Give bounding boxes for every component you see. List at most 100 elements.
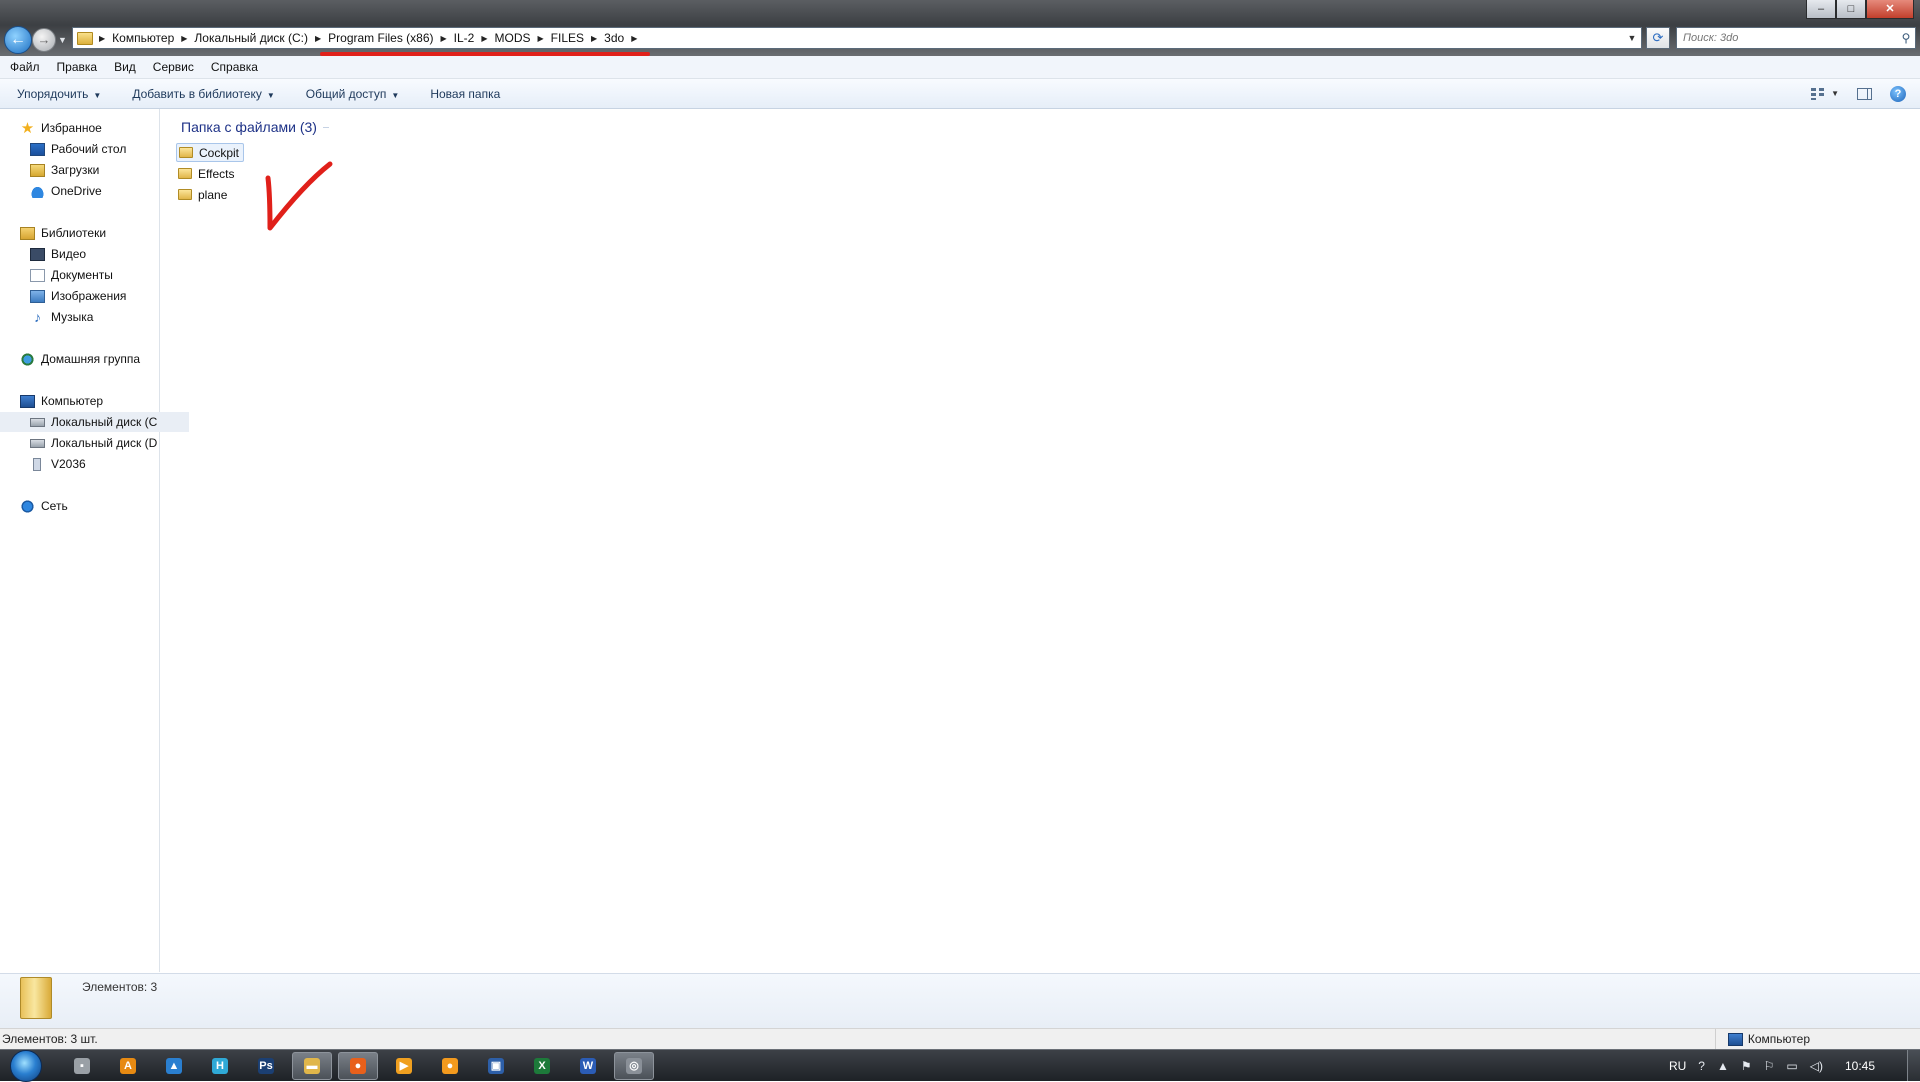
chevron-right-icon[interactable]: ▶ [439, 34, 449, 43]
change-view-button[interactable]: ▼ [1811, 87, 1839, 100]
taskbar-app-orange[interactable]: ● [430, 1052, 470, 1080]
menu-edit[interactable]: Правка [47, 60, 105, 74]
show-desktop-button[interactable] [1907, 1050, 1920, 1081]
taskbar-app-avast[interactable]: A [108, 1052, 148, 1080]
status-location: Компьютер [1714, 1029, 1810, 1049]
sidebar-item-desktop[interactable]: Рабочий стол [0, 139, 189, 159]
help-icon[interactable]: ? [1698, 1059, 1705, 1073]
libraries-icon [20, 226, 35, 240]
taskbar-app-blue[interactable]: ▲ [154, 1052, 194, 1080]
status-location-label: Компьютер [1747, 1032, 1810, 1046]
sidebar-item-local-disk-d[interactable]: Локальный диск (D [0, 433, 189, 453]
speaker-icon[interactable]: ◁) [1810, 1059, 1823, 1073]
chevron-right-icon[interactable]: ▶ [536, 34, 546, 43]
search-box[interactable]: ⚲ [1676, 27, 1916, 49]
minimize-button[interactable]: – [1806, 0, 1836, 19]
cloud-icon [30, 184, 45, 198]
language-indicator[interactable]: RU [1669, 1059, 1686, 1073]
chevron-right-icon[interactable]: ▶ [313, 34, 323, 43]
window-controls: – □ ✕ [1806, 0, 1914, 20]
sidebar-favorites[interactable]: ★ Избранное [0, 118, 179, 138]
sidebar-network[interactable]: Сеть [0, 496, 179, 516]
breadcrumb-files[interactable]: FILES [546, 31, 589, 45]
computer-icon [1727, 1032, 1743, 1046]
navigation-pane: ★ Избранное Рабочий стол Загрузки OneDri… [0, 109, 189, 972]
taskbar-app-word[interactable]: W [568, 1052, 608, 1080]
taskbar-app-excel[interactable]: X [522, 1052, 562, 1080]
sidebar-libraries[interactable]: Библиотеки [0, 223, 179, 243]
chevron-down-icon: ▼ [93, 90, 102, 100]
taskbar-app-firefox[interactable]: ● [338, 1051, 378, 1080]
clock[interactable]: 10:45 [1835, 1059, 1893, 1073]
file-name: Cockpit [199, 145, 240, 160]
chevron-right-icon[interactable]: ▶ [97, 34, 107, 43]
new-folder-button[interactable]: Новая папка [413, 87, 514, 101]
breadcrumb-il2[interactable]: IL-2 [449, 31, 480, 45]
chevron-right-icon[interactable]: ▶ [179, 34, 189, 43]
sidebar-item-v2036[interactable]: V2036 [0, 454, 189, 474]
taskbar-app-misc[interactable]: ◎ [614, 1051, 654, 1080]
folder-icon [20, 977, 52, 1019]
taskbar-app-h[interactable]: H [200, 1052, 240, 1080]
network-icon[interactable]: ▭ [1786, 1059, 1797, 1073]
search-input[interactable] [1677, 31, 1897, 45]
taskbar-app-save[interactable]: ▣ [476, 1052, 516, 1080]
breadcrumb-3do[interactable]: 3do [599, 31, 629, 45]
hard-drive-icon [30, 438, 45, 448]
breadcrumb-computer[interactable]: Компьютер [107, 31, 179, 45]
sidebar-item-documents[interactable]: Документы [0, 265, 189, 285]
recent-pages-dropdown[interactable]: ▼ [58, 35, 67, 45]
sidebar-item-images[interactable]: Изображения [0, 286, 189, 306]
menu-tools[interactable]: Сервис [143, 60, 201, 74]
status-bar: Элементов: 3 шт. Компьютер [0, 1028, 1920, 1049]
refresh-button[interactable]: ⟳ [1646, 27, 1670, 49]
back-button[interactable]: ← [4, 26, 32, 54]
flag-icon[interactable]: ⚐ [1764, 1059, 1775, 1073]
taskbar-app-generic[interactable]: ▪ [62, 1052, 102, 1080]
sidebar-label: Рабочий стол [51, 142, 127, 156]
start-button[interactable] [10, 1049, 42, 1082]
chevron-right-icon[interactable]: ▶ [589, 34, 599, 43]
add-to-library-button[interactable]: Добавить в библиотеку ▼ [115, 87, 288, 101]
breadcrumb-local-disk-c[interactable]: Локальный диск (C:) [189, 31, 313, 45]
list-item-cockpit[interactable]: Cockpit [176, 143, 245, 162]
sidebar-homegroup[interactable]: Домашняя группа [0, 349, 179, 369]
chevron-right-icon[interactable]: ▶ [629, 34, 639, 43]
red-checkmark-annotation [265, 161, 333, 231]
taskbar-app-photoshop[interactable]: Ps [246, 1052, 286, 1080]
address-dropdown-icon[interactable]: ▼ [1623, 33, 1641, 43]
chevron-right-icon[interactable]: ▶ [479, 34, 489, 43]
list-item-effects[interactable]: Effects [176, 164, 238, 183]
sidebar-item-video[interactable]: Видео [0, 244, 189, 264]
sidebar-item-onedrive[interactable]: OneDrive [0, 181, 189, 201]
sidebar-computer[interactable]: Компьютер [0, 391, 179, 411]
taskbar-app-player[interactable]: ▶ [384, 1052, 424, 1080]
help-icon[interactable]: ? [1890, 85, 1906, 102]
list-item-plane[interactable]: plane [176, 185, 231, 204]
sidebar-item-music[interactable]: ♪ Музыка [0, 307, 189, 327]
search-icon[interactable]: ⚲ [1897, 31, 1915, 45]
organize-button[interactable]: Упорядочить ▼ [0, 87, 115, 101]
close-button[interactable]: ✕ [1866, 0, 1914, 19]
menu-help[interactable]: Справка [201, 60, 265, 74]
group-header[interactable]: Папка с файлами (3) [181, 119, 329, 135]
preview-pane-icon[interactable] [1857, 87, 1872, 100]
document-icon [30, 268, 45, 282]
share-button[interactable]: Общий доступ ▼ [289, 87, 414, 101]
menu-view[interactable]: Вид [104, 60, 143, 74]
menu-file[interactable]: Файл [0, 60, 47, 74]
chevron-up-icon[interactable]: ▲ [1717, 1059, 1729, 1073]
forward-button[interactable]: → [32, 28, 56, 52]
breadcrumb-mods[interactable]: MODS [490, 31, 536, 45]
breadcrumb-program-files[interactable]: Program Files (x86) [323, 31, 438, 45]
maximize-button[interactable]: □ [1836, 0, 1866, 19]
sidebar-item-local-disk-c[interactable]: Локальный диск (C [0, 412, 189, 432]
sidebar-label: Загрузки [51, 163, 100, 177]
file-name: Effects [198, 166, 235, 181]
organize-label: Упорядочить [17, 86, 89, 101]
taskbar-app-explorer[interactable]: ▬ [292, 1051, 332, 1080]
sidebar-item-downloads[interactable]: Загрузки [0, 160, 189, 180]
location-pin-icon[interactable]: ⚑ [1741, 1059, 1752, 1073]
file-name: plane [198, 187, 228, 202]
address-bar[interactable]: ▶ Компьютер ▶ Локальный диск (C:) ▶ Prog… [72, 27, 1642, 49]
